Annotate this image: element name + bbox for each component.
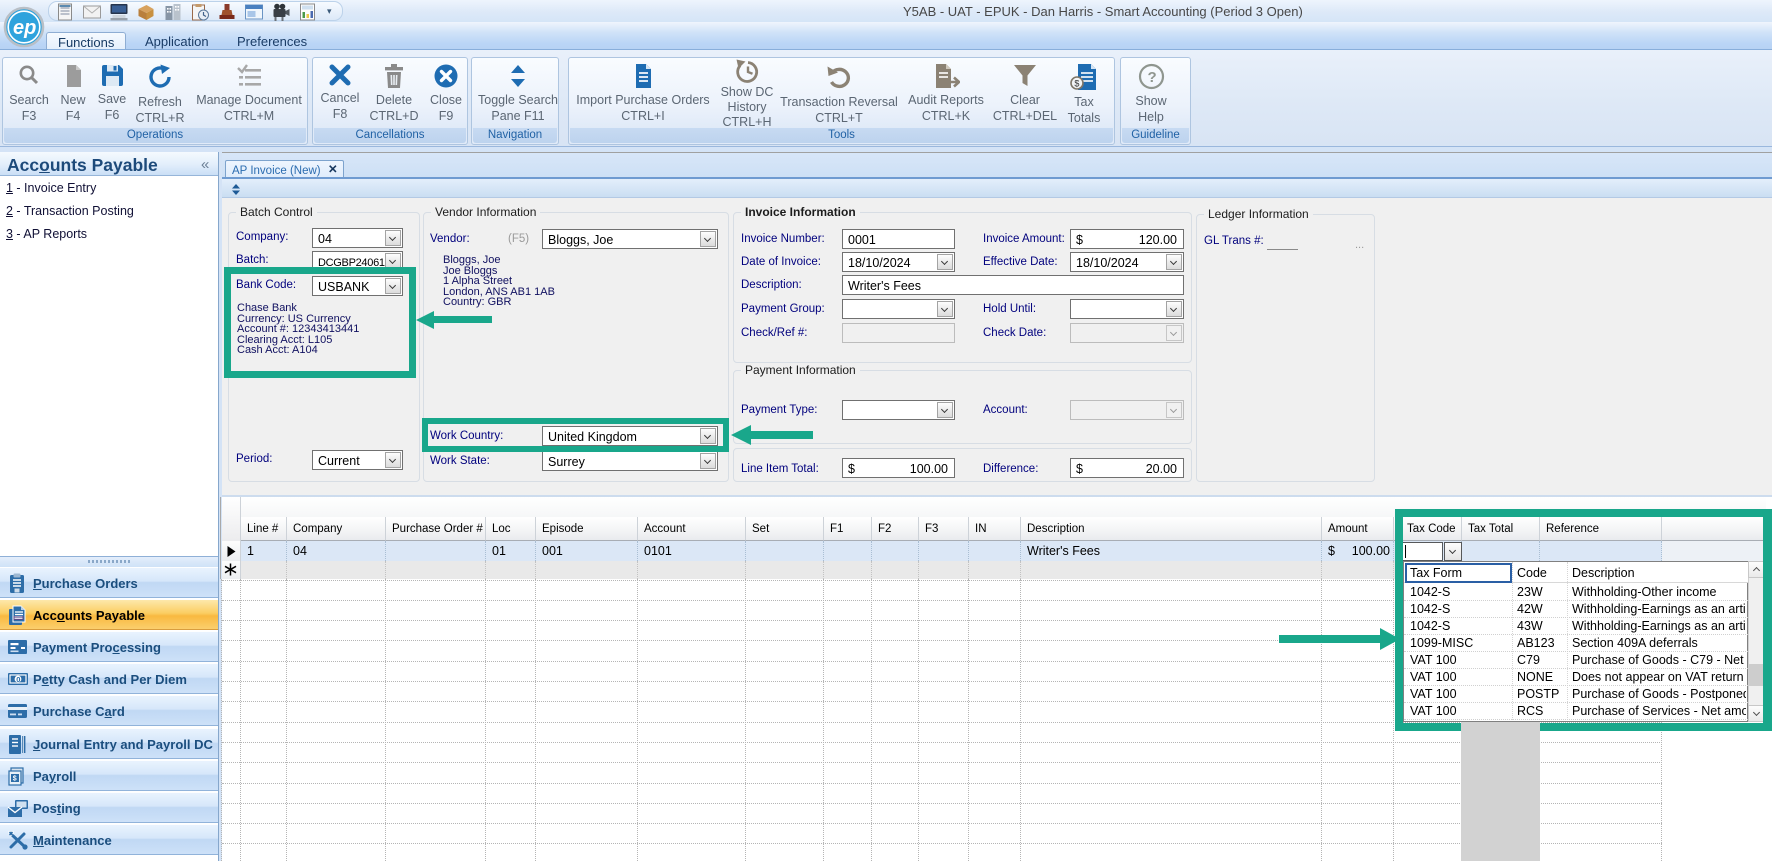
svg-text:$: $ [13, 776, 17, 783]
svg-text:0: 0 [16, 675, 20, 684]
svg-text:ep: ep [13, 17, 36, 39]
svg-text:$: $ [1074, 79, 1079, 89]
svg-text:?: ? [1147, 69, 1156, 86]
